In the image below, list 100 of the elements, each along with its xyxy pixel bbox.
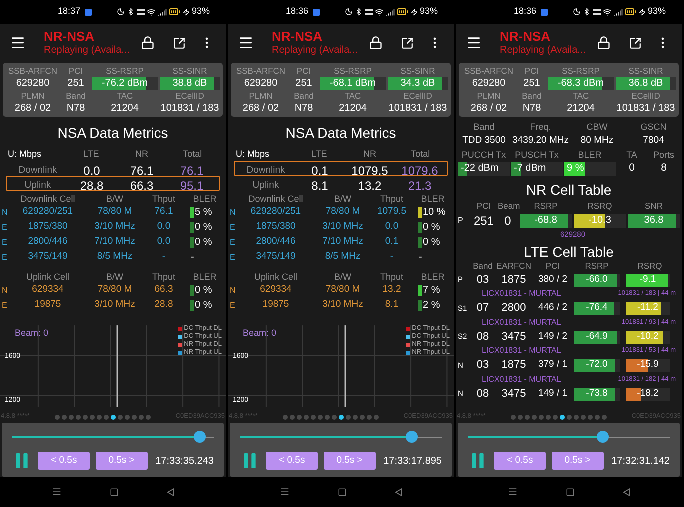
table-cell-text: 1875 [500, 358, 528, 374]
field-value: TDD 3500 [462, 134, 507, 147]
field-label: BLER [577, 149, 603, 161]
home-icon[interactable] [110, 488, 118, 496]
back-icon[interactable] [394, 488, 402, 496]
field-value: 251 [66, 77, 86, 90]
beam-label: Beam: 0 [15, 327, 49, 340]
seek-slider[interactable] [468, 431, 670, 443]
home-icon[interactable] [338, 488, 346, 496]
recents-icon[interactable] [280, 487, 290, 497]
step-back-button[interactable]: < 0.5s [38, 452, 90, 470]
table-cell-text: 251 [472, 212, 496, 230]
step-back-button[interactable]: < 0.5s [266, 452, 318, 470]
table-cell-text: 149 / 2 [537, 330, 569, 344]
table-cell-text: 78/80 M [96, 205, 134, 220]
lte-value: 0.0 [82, 163, 102, 180]
column-header: PCI [476, 200, 492, 212]
table-cell-text: 2800/446 [255, 235, 297, 250]
bler-value: 2 % [423, 299, 440, 313]
seek-slider[interactable] [240, 431, 442, 443]
step-back-button[interactable]: < 0.5s [494, 452, 546, 470]
cell-type: N [1, 206, 9, 218]
table-cell-text: 0.0 [156, 220, 172, 234]
column-header: Thput [379, 271, 404, 283]
field-label: SS-RSRP [333, 65, 373, 77]
app-title: NR-NSA [500, 28, 552, 45]
lock-button[interactable] [139, 34, 157, 52]
cell-type: E [1, 300, 8, 312]
back-icon[interactable] [166, 488, 174, 496]
table-cell-text: 3475/149 [27, 250, 69, 264]
cell-type: E [1, 222, 8, 234]
table-cell-text: 8/5 MHz [324, 250, 362, 264]
lte-value: 28.8 [79, 178, 105, 195]
table-cell-text: 78/80 M [324, 205, 362, 220]
menu-button[interactable] [10, 35, 26, 51]
total-value: 1079.6 [400, 163, 440, 180]
lte-value: 0.1 [310, 163, 330, 180]
lock-icon [141, 36, 155, 50]
menu-icon [10, 35, 26, 51]
bluetooth-icon [354, 8, 363, 16]
slider-thumb[interactable] [597, 431, 610, 443]
field-label: PLMN [476, 90, 502, 102]
table-cell-text: 7/10 MHz [322, 235, 364, 250]
recents-icon[interactable] [52, 487, 62, 497]
table-cell-text: 629280/251 [250, 205, 302, 220]
column-header: Thput [379, 193, 404, 205]
field-label: ECellID [174, 90, 206, 102]
table-cell-text: 76.1 [154, 205, 174, 220]
table-cell-text: 08 [476, 330, 490, 345]
home-icon[interactable] [566, 488, 574, 496]
data-speed-icon [136, 8, 145, 16]
section-title: NSA Data Metrics [284, 124, 398, 143]
menu-icon [466, 35, 482, 51]
table-cell-text: 1875 [500, 272, 528, 288]
cell-type: E [1, 236, 8, 248]
field-value: -76.2 dBm [102, 77, 148, 90]
wifi-icon [602, 8, 612, 16]
field-value: 36.8 dB [628, 77, 664, 90]
row-label: Uplink [252, 178, 280, 193]
field-label: Band [521, 90, 543, 102]
slider-thumb[interactable] [406, 431, 418, 443]
seek-slider[interactable] [12, 431, 214, 443]
moon-icon [344, 8, 353, 16]
table-cell-text: 380 / 2 [537, 272, 569, 287]
recents-icon[interactable] [508, 487, 518, 497]
total-value: 76.1 [179, 163, 205, 180]
field-value: 268 / 02 [470, 102, 508, 115]
field-label: SS-SINR [400, 65, 436, 77]
field-value: -22 dBm [461, 162, 499, 176]
slider-thumb[interactable] [194, 431, 206, 443]
lock-button[interactable] [595, 34, 613, 52]
field-label: TA [626, 149, 638, 161]
nr-value: 13.2 [357, 178, 383, 195]
step-forward-button[interactable]: 0.5s > [96, 452, 148, 470]
column-header: U: Mbps [236, 148, 271, 161]
rsrp-value: -73.8 [586, 388, 608, 400]
table-cell-text: 1875/380 [255, 220, 297, 234]
field-value: 251 [294, 77, 314, 90]
back-icon[interactable] [622, 488, 630, 496]
lock-button[interactable] [367, 34, 385, 52]
battery-percent: 93% [192, 5, 210, 18]
bluetooth-icon [582, 8, 591, 16]
step-forward-button[interactable]: 0.5s > [324, 452, 376, 470]
field-label: PUCCH Tx [460, 149, 508, 161]
column-header: EARFCN [496, 260, 532, 272]
table-cell-text: 78/80 M [324, 283, 362, 298]
cell-type: N [229, 284, 237, 296]
playback-time: 17:32:31.142 [612, 454, 670, 468]
data-speed-icon [592, 8, 601, 16]
column-header: Total [410, 148, 432, 161]
moon-icon [116, 8, 125, 16]
menu-button[interactable] [238, 35, 254, 51]
section-title: LTE Cell Table [523, 244, 615, 261]
column-header: LTE [310, 148, 328, 161]
column-header: B/W [106, 271, 124, 283]
table-cell-text: 0.0 [156, 235, 172, 250]
menu-button[interactable] [466, 35, 482, 51]
step-forward-button[interactable]: 0.5s > [552, 452, 604, 470]
column-header: Band [472, 260, 494, 272]
rsrp-value: -66.0 [586, 274, 608, 286]
